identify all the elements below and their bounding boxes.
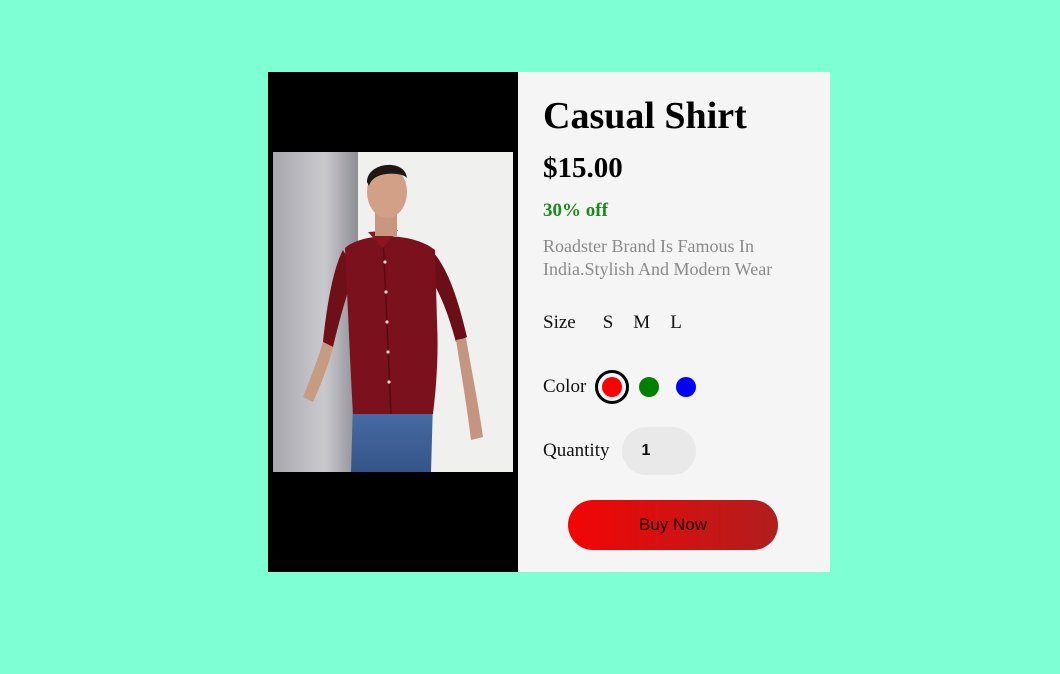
color-swatch-blue	[676, 377, 697, 397]
product-info: Casual Shirt $15.00 30% off Roadster Bra…	[518, 72, 830, 572]
color-option-green[interactable]	[632, 370, 666, 404]
discount-label: 30% off	[543, 200, 608, 221]
size-selector: Size S M L	[543, 312, 702, 334]
quantity-label: Quantity	[543, 440, 610, 461]
product-image	[273, 152, 513, 472]
buy-now-button[interactable]: Buy Now	[568, 500, 778, 550]
quantity-input[interactable]	[621, 427, 696, 475]
color-label: Color	[543, 376, 587, 397]
size-option-l[interactable]: L	[670, 312, 682, 334]
product-card: Casual Shirt $15.00 30% off Roadster Bra…	[268, 72, 830, 572]
product-image-panel	[268, 72, 518, 572]
product-description: Roadster Brand Is Famous In India.Stylis…	[543, 236, 773, 279]
size-option-s[interactable]: S	[603, 312, 614, 334]
color-swatch-green	[639, 377, 660, 397]
quantity-row: Quantity	[543, 427, 696, 475]
size-option-m[interactable]: M	[633, 312, 650, 334]
color-option-blue[interactable]	[669, 370, 703, 404]
color-swatch-red	[602, 377, 623, 397]
product-title: Casual Shirt	[543, 95, 747, 137]
size-label: Size	[543, 312, 576, 333]
color-selector: Color	[543, 370, 706, 404]
color-option-red[interactable]	[595, 370, 630, 404]
product-price: $15.00	[543, 152, 623, 184]
